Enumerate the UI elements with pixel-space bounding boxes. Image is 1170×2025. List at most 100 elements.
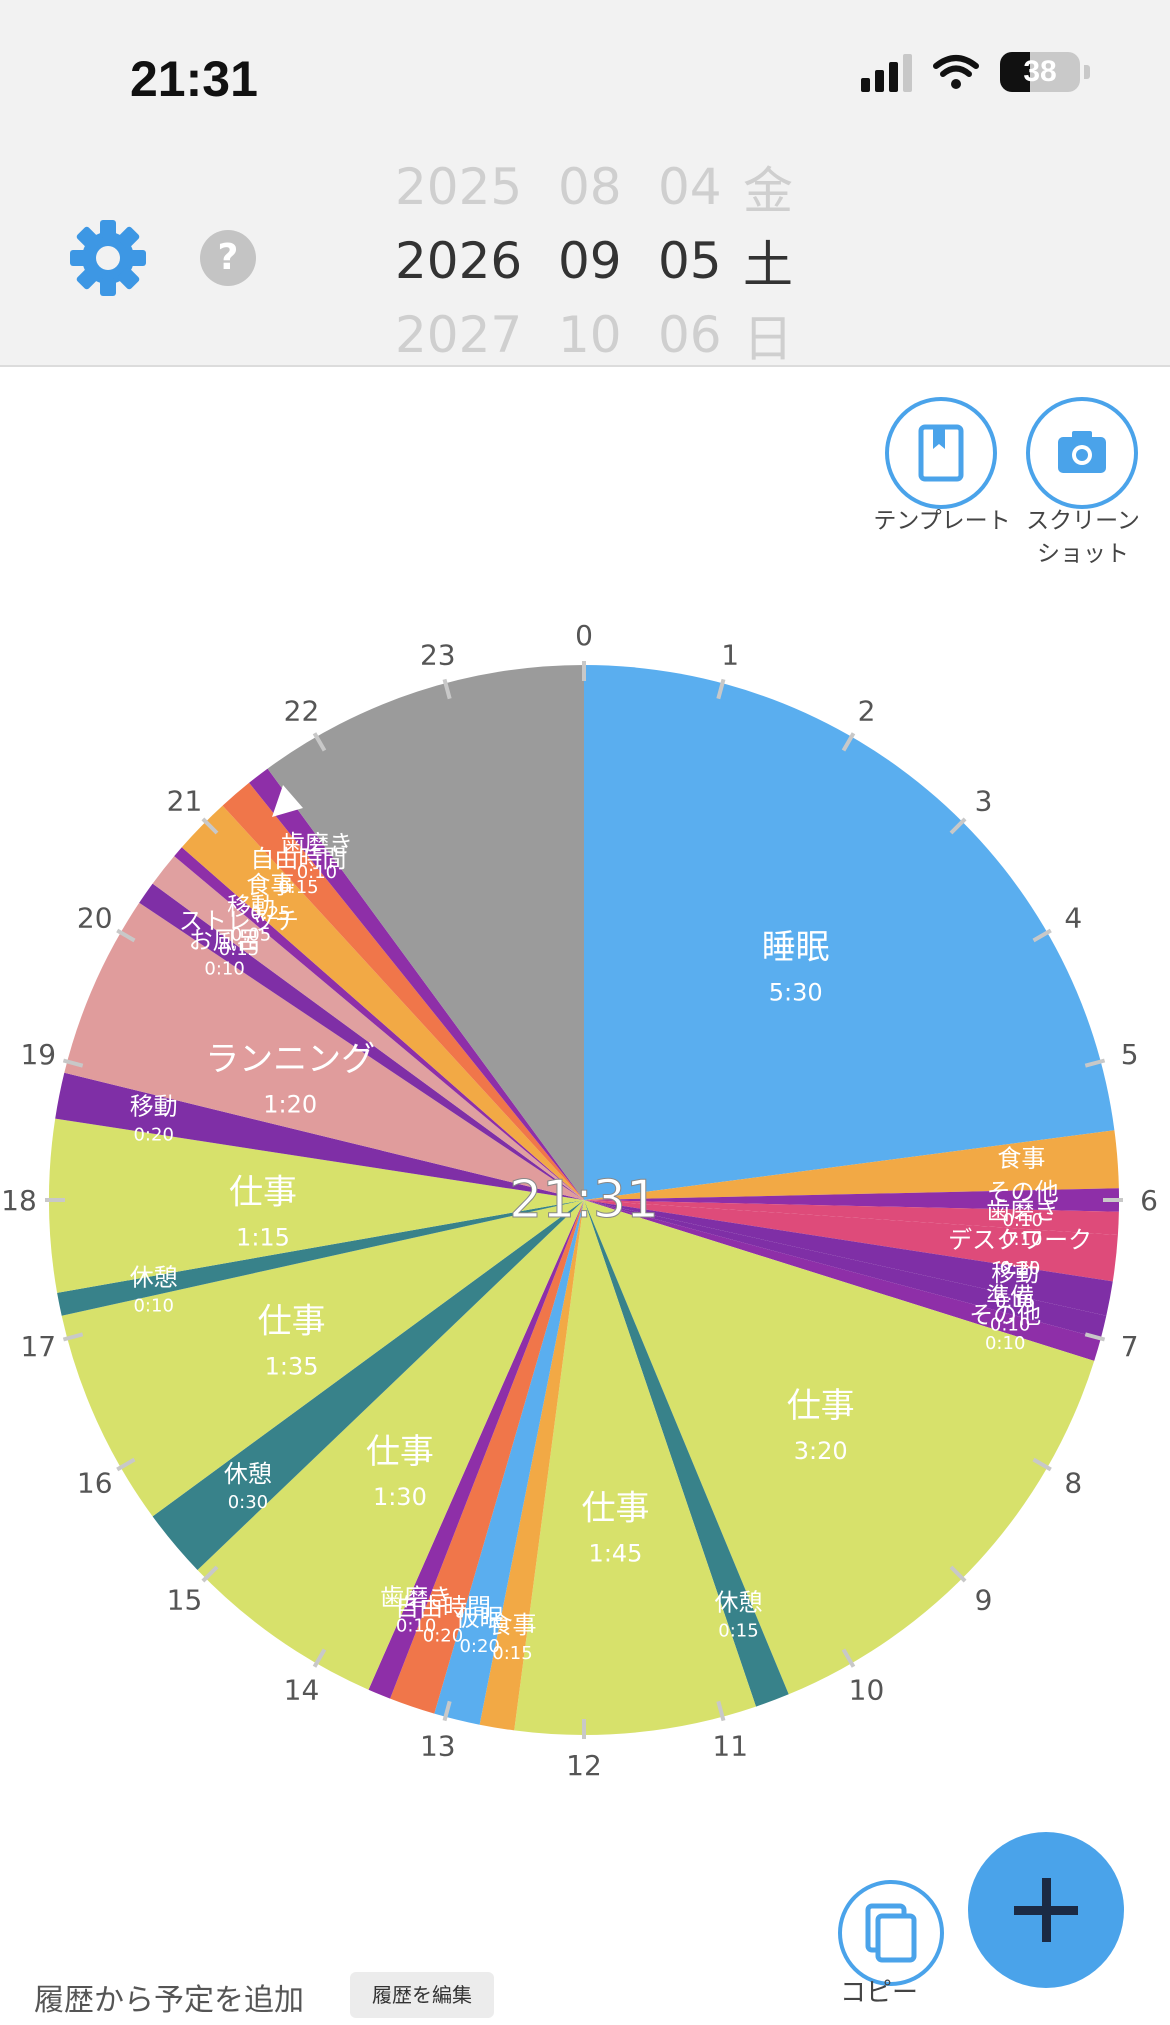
slice-label: その他	[969, 1301, 1041, 1329]
slice-duration: 0:15	[718, 1621, 758, 1642]
slice-label: 歯磨き	[281, 830, 353, 858]
slice-duration: 0:30	[228, 1492, 268, 1513]
pie-slice[interactable]	[584, 665, 1115, 1200]
picker-weekday: 日	[743, 310, 793, 368]
hour-label: 7	[1121, 1330, 1139, 1363]
picker-month[interactable]: 09	[558, 232, 658, 290]
hour-label: 1	[721, 638, 739, 671]
hour-label: 13	[420, 1730, 456, 1763]
hour-label: 16	[77, 1467, 113, 1500]
picker-day[interactable]: 06	[658, 306, 743, 364]
hour-label: 23	[420, 638, 456, 671]
slice-duration: 1:20	[263, 1091, 317, 1119]
date-picker[interactable]: 2025 08 04 金 2026 09 05 土 2027 10 06 日	[395, 150, 803, 372]
help-button[interactable]: ?	[200, 230, 256, 286]
screenshot-label-line1: スクリーン	[1026, 508, 1140, 534]
cellular-signal-icon	[861, 52, 912, 92]
copy-button[interactable]	[838, 1880, 944, 1986]
hour-label: 21	[167, 785, 203, 818]
hour-label: 11	[712, 1730, 748, 1763]
edit-history-button[interactable]: 履歴を編集	[350, 1972, 494, 2018]
hour-label: 17	[20, 1330, 56, 1363]
picker-weekday: 土	[743, 236, 793, 294]
camera-icon	[1058, 431, 1106, 473]
picker-weekday: 金	[743, 162, 793, 220]
date-picker-row-selected[interactable]: 2026 09 05 土	[395, 224, 803, 298]
slice-duration: 3:20	[794, 1437, 848, 1465]
battery-icon: 38	[1000, 52, 1080, 92]
hour-label: 14	[284, 1673, 320, 1706]
time-pie-chart[interactable]: 01234567891011121314151617181920212223 睡…	[0, 600, 1170, 1800]
slice-duration: 0:25	[250, 903, 290, 924]
slice-label: 仕事	[582, 1489, 650, 1529]
slice-duration: 0:10	[204, 958, 244, 979]
copy-icon	[865, 1903, 917, 1963]
status-time: 21:31	[130, 51, 258, 107]
copy-label: コピー	[840, 1978, 919, 2008]
plus-icon	[1014, 1878, 1078, 1942]
history-add-text: 履歴から予定を追加	[34, 1983, 304, 2018]
slice-duration: 1:15	[236, 1224, 290, 1252]
hour-label: 18	[1, 1184, 37, 1217]
slice-duration: 0:20	[459, 1636, 499, 1657]
hour-label: 10	[849, 1673, 885, 1706]
hour-label: 6	[1140, 1184, 1158, 1217]
slice-label: ランニング	[205, 1040, 375, 1080]
slice-label: 睡眠	[762, 928, 830, 968]
add-button[interactable]	[968, 1832, 1124, 1988]
slice-duration: 1:30	[373, 1483, 427, 1511]
slice-duration: 0:10	[133, 1296, 173, 1317]
date-picker-row-next[interactable]: 2027 10 06 日	[395, 298, 803, 372]
screenshot-label: スクリーン ショット	[1018, 505, 1148, 571]
status-icons: 38	[861, 52, 1090, 92]
battery-tip	[1084, 65, 1090, 79]
slice-duration: 1:35	[265, 1353, 319, 1381]
center-time-label: 21:31	[509, 1170, 659, 1230]
hour-label: 8	[1064, 1467, 1082, 1500]
slice-label: 歯磨き	[986, 1197, 1058, 1225]
template-button[interactable]	[885, 397, 997, 509]
picker-month[interactable]: 10	[558, 306, 658, 364]
picker-month[interactable]: 08	[558, 158, 658, 216]
screenshot-button[interactable]	[1026, 397, 1138, 509]
slice-label: 食事	[997, 1145, 1045, 1173]
picker-year[interactable]: 2027	[395, 306, 558, 364]
slice-label: 休憩	[130, 1264, 178, 1292]
slice-label: 歯磨き	[380, 1583, 452, 1611]
slice-label: デスクワーク	[948, 1226, 1092, 1254]
picker-day[interactable]: 05	[658, 232, 743, 290]
screenshot-label-line2: ショット	[1037, 541, 1129, 567]
hour-label: 9	[975, 1584, 993, 1617]
battery-level: 38	[1023, 55, 1057, 88]
picker-year[interactable]: 2025	[395, 158, 558, 216]
book-icon	[918, 424, 964, 482]
slice-duration: 0:10	[985, 1333, 1025, 1354]
slice-duration: 1:45	[589, 1540, 643, 1568]
slice-duration: 0:05	[231, 924, 271, 945]
gear-icon[interactable]	[68, 218, 148, 298]
hour-label: 22	[284, 695, 320, 728]
slice-duration: 0:10	[396, 1615, 436, 1636]
hour-label: 19	[20, 1038, 56, 1071]
template-label: テンプレート	[873, 508, 1011, 534]
slice-label: 仕事	[366, 1432, 434, 1472]
hour-label: 5	[1121, 1038, 1139, 1071]
hour-label: 20	[77, 902, 113, 935]
header: 21:31 38 ? 2025 08 04 金 2026 09 05 土 202…	[0, 0, 1170, 368]
slice-label: 仕事	[229, 1173, 297, 1213]
slice-label: 仕事	[258, 1302, 326, 1342]
slice-label: 移動	[130, 1092, 178, 1120]
slice-label: 休憩	[224, 1460, 272, 1488]
hour-label: 15	[167, 1584, 203, 1617]
slice-label: 休憩	[715, 1589, 763, 1617]
picker-day[interactable]: 04	[658, 158, 743, 216]
slice-duration: 0:20	[133, 1124, 173, 1145]
slice-label: 仕事	[787, 1386, 855, 1426]
date-picker-row-prev[interactable]: 2025 08 04 金	[395, 150, 803, 224]
hour-label: 4	[1064, 902, 1082, 935]
hour-label: 0	[575, 619, 593, 652]
wifi-icon	[933, 55, 979, 89]
slice-duration: 0:10	[297, 862, 337, 883]
hour-label: 12	[566, 1749, 602, 1782]
picker-year[interactable]: 2026	[395, 232, 558, 290]
